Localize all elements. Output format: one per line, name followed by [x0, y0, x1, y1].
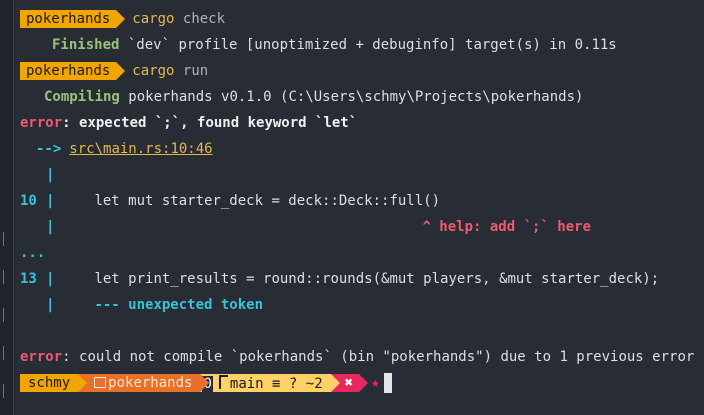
prompt-dir-segment: pokerhands: [20, 10, 126, 28]
line-number: 13: [20, 271, 37, 287]
compiling-detail: pokerhands v0.1.0 (C:\Users\schmy\Projec…: [128, 89, 584, 105]
final-error-line: error: could not compile `pokerhands` (b…: [20, 344, 704, 370]
gutter-line: |: [20, 162, 704, 188]
ellipsis: ...: [20, 245, 46, 261]
prompt-user: schmy: [28, 375, 71, 391]
command-args-text: check: [182, 11, 226, 27]
edge-mark: [3, 270, 10, 284]
terminal-output[interactable]: pokerhands cargo check Finished `dev` pr…: [20, 6, 704, 396]
location-arrow: -->: [36, 141, 62, 157]
finished-text: `dev` profile [unoptimized + debuginfo] …: [119, 32, 617, 58]
finished-detail: `dev` profile [unoptimized + debuginfo] …: [127, 37, 617, 53]
error-location-line: --> src\main.rs:10:46: [20, 136, 704, 162]
help-line: | ^ help: add `;` here: [20, 214, 704, 240]
ellipsis-line: ...: [20, 240, 704, 266]
finished-line: Finished `dev` profile [unoptimized + de…: [20, 32, 704, 58]
folder-icon: [94, 377, 107, 388]
gutter-pipe: |: [46, 297, 55, 313]
compiling-line: Compiling pokerhands v0.1.0 (C:\Users\sc…: [20, 84, 704, 110]
source-location-link[interactable]: src\main.rs:10:46: [69, 136, 212, 162]
final-error-message: : could not compile `pokerhands` (bin "p…: [62, 349, 695, 365]
error-word: error: [20, 349, 63, 365]
command-name: cargo: [132, 63, 175, 79]
gutter-pipe: |: [46, 193, 55, 209]
history-line-run: pokerhands cargo run: [20, 58, 704, 84]
prompt-user-segment: schmy: [20, 374, 88, 392]
branch-icon: [218, 375, 228, 389]
command-args: check: [174, 6, 225, 32]
finished-label: Finished: [52, 37, 120, 53]
git-status-info: ≡ ? ~2: [272, 376, 323, 392]
history-line-check: pokerhands cargo check: [20, 6, 704, 32]
gutter-pipe: |: [46, 167, 55, 183]
command-args: run: [174, 58, 208, 84]
compiling-label: Compiling: [44, 89, 120, 105]
error-message: : expected `;`, found keyword `let`: [62, 115, 358, 131]
star-icon: ★: [371, 375, 380, 391]
code-line-10: 10 | let mut starter_deck = deck::Deck::…: [20, 188, 704, 214]
command-name: cargo: [132, 11, 175, 27]
git-branch: main: [229, 376, 264, 392]
edge-mark: [3, 384, 10, 398]
current-prompt[interactable]: schmy pokerhands 0main ≡ ? ~2 ✖ ★: [20, 370, 704, 396]
code-text: let mut starter_deck = deck::Deck::full(…: [94, 193, 441, 209]
prompt-dir-segment: pokerhands: [20, 62, 126, 80]
command-args-text: run: [182, 63, 209, 79]
edge-mark: [3, 308, 10, 322]
edge-mark: [3, 232, 10, 246]
help-hint: ^ help: add `;` here: [422, 219, 592, 235]
window-left-edge: [0, 0, 14, 415]
edge-mark: [3, 346, 10, 360]
error-word: error: [20, 115, 63, 131]
prompt-git-segment: 0main ≡ ? ~2: [200, 374, 340, 392]
prompt-dir-segment: pokerhands: [78, 374, 210, 392]
unexpected-token-note: --- unexpected token: [94, 297, 264, 313]
code-line-13: 13 | let print_results = round::rounds(&…: [20, 266, 704, 292]
gutter-pipe: |: [46, 271, 55, 287]
gutter-pipe: |: [46, 219, 55, 235]
line-number: 10: [20, 193, 37, 209]
prompt-dir: pokerhands: [108, 375, 193, 391]
unexpected-line: | --- unexpected token: [20, 292, 704, 318]
error-status-icon: ✖: [344, 375, 354, 391]
text-cursor[interactable]: [383, 373, 392, 393]
code-text: let print_results = round::rounds(&mut p…: [94, 271, 660, 287]
error-header-line: error: expected `;`, found keyword `let`: [20, 110, 704, 136]
compiling-text: pokerhands v0.1.0 (C:\Users\schmy\Projec…: [120, 84, 584, 110]
